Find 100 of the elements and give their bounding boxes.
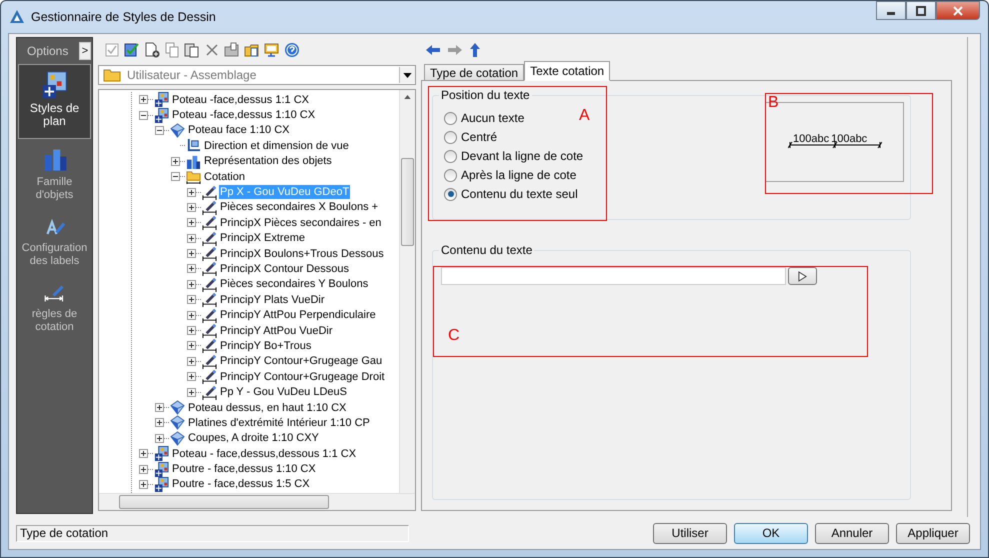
expand-toggle[interactable] bbox=[155, 126, 164, 135]
paste-icon[interactable] bbox=[184, 42, 200, 58]
radio-button[interactable] bbox=[444, 150, 457, 162]
tree-item[interactable]: PrincipY AttPou VueDir bbox=[219, 324, 334, 338]
style-sheet-icon bbox=[154, 446, 169, 462]
dialog-button[interactable]: Annuler bbox=[815, 522, 889, 544]
radio-button[interactable] bbox=[444, 112, 457, 124]
expand-toggle-button[interactable]: > bbox=[79, 42, 91, 60]
expand-toggle[interactable] bbox=[187, 202, 196, 212]
annotation-letter: B bbox=[768, 94, 779, 112]
tree-item[interactable]: Coupes, A droite 1:10 CXY bbox=[187, 431, 320, 446]
expand-toggle[interactable] bbox=[187, 372, 196, 382]
expand-toggle[interactable] bbox=[139, 449, 148, 458]
dimension-icon bbox=[202, 384, 217, 400]
expand-toggle[interactable] bbox=[187, 188, 196, 197]
checkbox-icon[interactable] bbox=[104, 42, 120, 58]
sidebar-item[interactable]: Styles de plan bbox=[18, 64, 91, 139]
tab[interactable]: Type de cotation bbox=[424, 64, 524, 81]
new-document-icon[interactable] bbox=[144, 42, 160, 58]
dialog-button[interactable]: Appliquer bbox=[896, 522, 970, 544]
tree-item[interactable]: PrincipX Pièces secondaires - en bbox=[219, 216, 382, 230]
tree-item[interactable]: Pp Y - Gou VuDeu LDeuS bbox=[219, 385, 348, 400]
up-arrow-icon[interactable] bbox=[469, 42, 481, 58]
expand-toggle[interactable] bbox=[187, 326, 196, 336]
expand-toggle[interactable] bbox=[139, 464, 148, 474]
tree-item[interactable]: Poteau face 1:10 CX bbox=[187, 123, 291, 138]
folder-export-icon[interactable] bbox=[224, 42, 240, 58]
scroll-up-arrow-icon[interactable] bbox=[404, 95, 411, 99]
close-button[interactable] bbox=[936, 1, 980, 20]
back-arrow-icon[interactable] bbox=[425, 44, 441, 56]
delete-icon[interactable] bbox=[204, 42, 220, 58]
minimize-button[interactable] bbox=[876, 1, 906, 20]
expand-toggle[interactable] bbox=[139, 110, 148, 120]
expand-toggle[interactable] bbox=[155, 418, 164, 428]
dialog-button[interactable]: OK bbox=[734, 522, 808, 544]
expand-toggle[interactable] bbox=[187, 356, 196, 366]
tree-item[interactable]: PrincipY Plats VueDir bbox=[219, 292, 326, 307]
preview-label: 100abc bbox=[793, 133, 830, 145]
expand-toggle[interactable] bbox=[187, 388, 196, 397]
sidebar-item[interactable]: règles de cotation bbox=[18, 277, 91, 341]
tree-item[interactable]: Platines d'extrémité Intérieur 1:10 CP bbox=[187, 416, 371, 430]
tab[interactable]: Texte cotation bbox=[524, 61, 610, 81]
expand-toggle[interactable] bbox=[187, 264, 196, 274]
horizontal-scrollbar[interactable] bbox=[99, 493, 415, 510]
expand-toggle[interactable] bbox=[187, 218, 196, 228]
expand-toggle[interactable] bbox=[139, 95, 148, 104]
text-input-field[interactable] bbox=[441, 267, 786, 285]
tree-item[interactable]: Direction et dimension de vue bbox=[203, 138, 350, 153]
tree-item[interactable]: PrincipX Contour Dessous bbox=[219, 262, 350, 276]
radio-button[interactable] bbox=[444, 168, 457, 182]
tree-item[interactable]: PrincipY AttPou Perpendiculaire bbox=[219, 308, 377, 322]
scrollbar-thumb[interactable] bbox=[119, 495, 329, 509]
maximize-icon bbox=[915, 6, 927, 16]
folder-import-icon[interactable] bbox=[244, 42, 260, 58]
tree-item[interactable]: PrincipY Bo+Trous bbox=[219, 338, 312, 353]
tree-item[interactable]: PrincipY Contour+Grugeage Droit bbox=[219, 370, 386, 384]
expand-toggle[interactable] bbox=[187, 295, 196, 304]
radio-button[interactable] bbox=[444, 188, 457, 200]
expand-toggle[interactable] bbox=[187, 310, 196, 320]
location-dropdown[interactable]: Utilisateur - Assemblage bbox=[98, 65, 416, 85]
vertical-scrollbar[interactable] bbox=[399, 90, 415, 493]
tree-item[interactable]: PrincipX Boulons+Trous Dessous bbox=[219, 246, 385, 261]
edit-icon[interactable] bbox=[124, 42, 140, 58]
tree-item[interactable]: Pièces secondaires X Boulons + bbox=[219, 200, 380, 214]
tree-item[interactable]: Poutre - face,dessus 1:10 CX bbox=[171, 462, 317, 476]
radio-button[interactable] bbox=[444, 130, 457, 144]
tree-item[interactable]: Représentation des objets bbox=[203, 154, 333, 168]
expand-toggle[interactable] bbox=[155, 434, 164, 443]
dimension-icon bbox=[202, 184, 217, 200]
scrollbar-thumb[interactable] bbox=[401, 158, 414, 246]
dimension-icon bbox=[202, 200, 217, 215]
tree-item[interactable]: Poteau -face,dessus 1:1 CX bbox=[171, 92, 310, 107]
expand-toggle[interactable] bbox=[187, 280, 196, 289]
maximize-button[interactable] bbox=[906, 1, 936, 20]
tree-item[interactable]: Cotation bbox=[203, 170, 246, 184]
dimension-icon bbox=[202, 369, 217, 384]
radio-label: Aucun texte bbox=[461, 111, 524, 125]
tree-item[interactable]: Pièces secondaires Y Boulons bbox=[219, 277, 370, 292]
tree-item[interactable]: Poutre - face,dessus 1:5 CX bbox=[171, 477, 311, 492]
monitor-icon[interactable] bbox=[264, 42, 280, 58]
dialog-button[interactable]: Utiliser bbox=[653, 522, 727, 544]
style-sheet-icon bbox=[154, 462, 169, 477]
sidebar-item[interactable]: Configuration des labels bbox=[18, 211, 91, 275]
tree-item[interactable]: PrincipY Contour+Grugeage Gau bbox=[219, 354, 384, 368]
tree-item[interactable]: Poteau - face,dessus,dessous 1:1 CX bbox=[171, 446, 358, 461]
expand-toggle[interactable] bbox=[187, 249, 196, 258]
sidebar-item-label: Styles de plan bbox=[28, 102, 80, 128]
dimension-icon bbox=[202, 276, 217, 292]
expand-toggle[interactable] bbox=[171, 156, 180, 166]
expand-toggle[interactable] bbox=[171, 172, 180, 182]
tree-item[interactable]: Poteau dessus, en haut 1:10 CX bbox=[187, 400, 348, 414]
expand-toggle[interactable] bbox=[187, 341, 196, 350]
expand-toggle[interactable] bbox=[155, 403, 164, 412]
tree-item[interactable]: Poteau -face,dessus 1:10 CX bbox=[171, 108, 316, 122]
insert-button[interactable] bbox=[788, 267, 817, 285]
help-icon[interactable] bbox=[284, 42, 300, 58]
expand-toggle[interactable] bbox=[139, 480, 148, 489]
sidebar-item[interactable]: Famille d'objets bbox=[18, 141, 91, 209]
tree-item[interactable]: PrincipX Extreme bbox=[219, 231, 306, 246]
expand-toggle[interactable] bbox=[187, 234, 196, 243]
